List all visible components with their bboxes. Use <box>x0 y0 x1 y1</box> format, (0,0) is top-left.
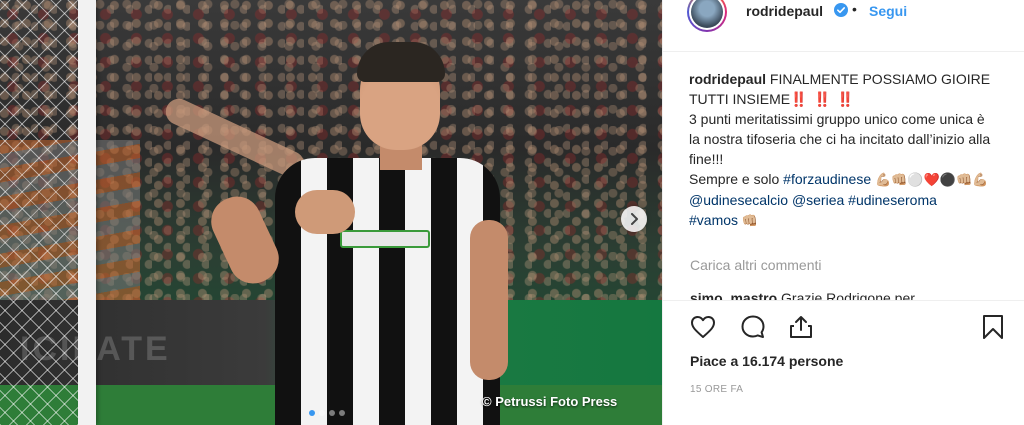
separator-dot: • <box>852 1 857 17</box>
chevron-right-icon <box>631 213 638 225</box>
player-hand <box>295 190 355 234</box>
share-icon <box>790 316 812 338</box>
comment-text: Grazie Rodrigone per <box>781 290 915 300</box>
avatar-image <box>691 0 723 28</box>
hashtag-vamos[interactable]: #vamos <box>689 212 738 228</box>
header-username[interactable]: rodridepaul <box>746 3 823 19</box>
caption-emojis: 💪🏼👊🏼⚪️❤️⚫️👊🏼💪🏼 <box>875 172 989 187</box>
heart-icon <box>691 316 715 338</box>
comment-icon <box>741 315 765 338</box>
caption-username[interactable]: rodridepaul <box>689 71 766 87</box>
jersey-sponsor <box>340 230 430 248</box>
verified-badge-icon <box>834 3 848 17</box>
hashtag-forzaudinese[interactable]: #forzaudinese <box>783 171 871 187</box>
caption-bangs: ‼️ ‼️ ‼️ <box>790 91 856 107</box>
player-hair <box>357 42 445 82</box>
mention-udinesecalcio[interactable]: @udinesecalcio <box>689 192 788 208</box>
caption-line2: 3 punti meritatissimi gruppo unico come … <box>689 111 991 167</box>
bookmark-icon <box>983 315 1003 339</box>
avatar-ring <box>689 0 725 30</box>
post-header: rodridepaul • Segui <box>663 0 1024 52</box>
carousel-dot <box>339 410 345 416</box>
save-button[interactable] <box>979 313 1007 341</box>
post-timestamp[interactable]: 15 ORE FA <box>690 384 743 395</box>
post-actions <box>663 300 1024 352</box>
follow-button[interactable]: Segui <box>869 3 907 19</box>
likes-count[interactable]: Piace a 16.174 persone <box>690 353 843 369</box>
caption-end-emoji: 👊🏼 <box>741 213 759 228</box>
comment-button[interactable] <box>739 313 767 341</box>
avatar[interactable] <box>687 0 727 32</box>
carousel-dot <box>309 410 315 416</box>
hashtag-udineseroma[interactable]: #udineseroma <box>848 192 937 208</box>
post-caption: rodridepaul FINALMENTE POSSIAMO GIOIRE T… <box>689 69 999 231</box>
carousel-dot <box>329 410 335 416</box>
comment-item: simo_mastro Grazie Rodrigone per <box>690 288 1000 300</box>
post-sidebar: rodridepaul • Segui rodridepaul FINALMEN… <box>662 0 1024 425</box>
goal-post <box>78 0 96 425</box>
share-button[interactable] <box>787 313 815 341</box>
comment-username[interactable]: simo_mastro <box>690 290 777 300</box>
load-more-comments-link[interactable]: Carica altri commenti <box>690 257 821 273</box>
player-right-arm <box>470 220 508 380</box>
like-button[interactable] <box>689 313 717 341</box>
mention-seriea[interactable]: @seriea <box>792 192 844 208</box>
caption-line3-prefix: Sempre e solo <box>689 171 784 187</box>
player-figure <box>161 40 520 425</box>
post-photo[interactable]: ICILATE © Petrussi Foto Press <box>0 0 662 425</box>
carousel-next-button[interactable] <box>621 206 647 232</box>
photo-credit: © Petrussi Foto Press <box>482 394 618 409</box>
carousel-dot <box>319 410 325 416</box>
carousel-indicator <box>309 410 345 416</box>
